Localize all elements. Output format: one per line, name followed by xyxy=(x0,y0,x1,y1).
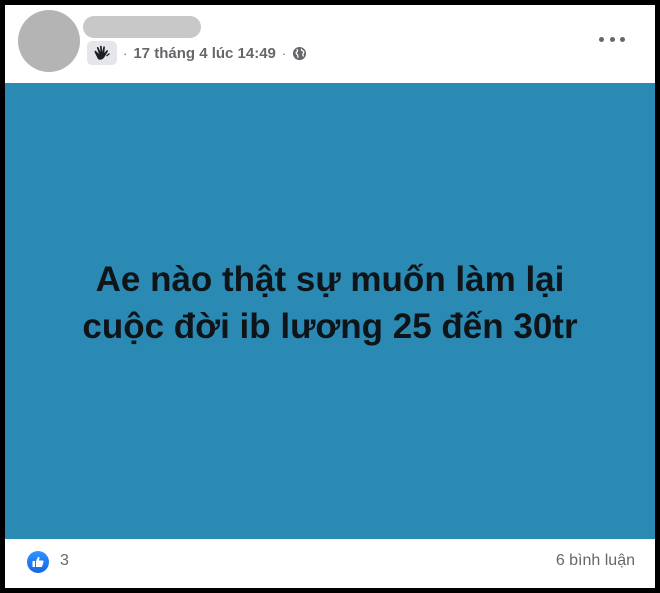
post-text-line-2: cuộc đời ib lương 25 đến 30tr xyxy=(82,307,578,346)
like-count[interactable]: 3 xyxy=(60,552,69,570)
post-timestamp[interactable]: 17 tháng 4 lúc 14:49 xyxy=(133,45,276,62)
meta-separator-2: · xyxy=(281,45,287,61)
post-image[interactable]: Ae nào thật sự muốn làm lại cuộc đời ib … xyxy=(5,83,655,539)
more-options-icon[interactable] xyxy=(599,32,625,46)
post-card: · 17 tháng 4 lúc 14:49 · Ae nào thật sự … xyxy=(5,5,655,588)
post-text-line-1: Ae nào thật sự muốn làm lại xyxy=(95,260,565,299)
meta-separator: · xyxy=(123,45,128,61)
reactions-bar: 3 6 bình luận xyxy=(5,539,655,588)
hand-group-icon[interactable] xyxy=(87,41,117,65)
globe-icon[interactable] xyxy=(292,46,307,61)
comment-count[interactable]: 6 bình luận xyxy=(556,552,635,570)
author-name-blurred[interactable] xyxy=(83,16,201,38)
post-header: · 17 tháng 4 lúc 14:49 · xyxy=(5,5,655,83)
like-icon[interactable] xyxy=(27,551,49,573)
post-meta: · 17 tháng 4 lúc 14:49 · xyxy=(87,41,307,65)
avatar[interactable] xyxy=(18,10,80,72)
post-image-text: Ae nào thật sự muốn làm lại cuộc đời ib … xyxy=(20,256,640,350)
